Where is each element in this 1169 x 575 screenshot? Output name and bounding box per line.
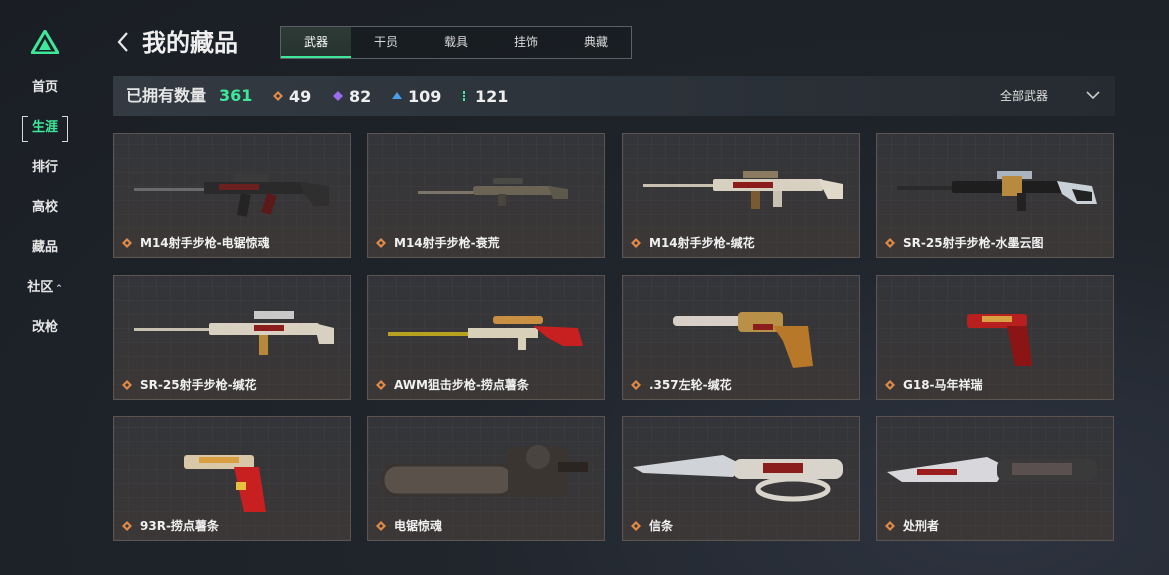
orange-rarity-icon bbox=[631, 237, 641, 248]
item-name-row: 处刑者 bbox=[885, 517, 939, 534]
sidebar-item-career[interactable]: 生涯 bbox=[22, 116, 68, 142]
item-name-row: M14射手步枪-衰荒 bbox=[376, 234, 500, 251]
item-name-row: 93R-捞点薯条 bbox=[122, 517, 219, 534]
item-name-row: .357左轮-缄花 bbox=[631, 376, 732, 393]
item-name: AWM狙击步枪-捞点薯条 bbox=[394, 378, 529, 392]
stats-bar: 已拥有数量 361 49 82 109 121 全部武器 bbox=[113, 76, 1115, 116]
game-logo-icon[interactable] bbox=[31, 30, 59, 54]
orange-rarity-icon bbox=[376, 520, 386, 531]
item-card[interactable]: 处刑者 bbox=[876, 416, 1114, 541]
page-title: 我的藏品 bbox=[142, 29, 238, 57]
purple-count: 82 bbox=[349, 86, 372, 106]
owned-label: 已拥有数量 bbox=[126, 86, 207, 105]
item-card[interactable]: AWM狙击步枪-捞点薯条 bbox=[367, 275, 605, 400]
orange-count: 49 bbox=[289, 86, 312, 106]
pistol-icon bbox=[967, 314, 1032, 366]
orange-rarity-icon bbox=[376, 379, 386, 390]
tab-weapons[interactable]: 武器 bbox=[281, 27, 351, 58]
orange-rarity-icon bbox=[122, 520, 132, 531]
blue-count: 109 bbox=[408, 86, 442, 106]
green-count: 121 bbox=[475, 86, 509, 106]
stat-orange: 49 bbox=[273, 76, 311, 116]
item-card[interactable]: 电锯惊魂 bbox=[367, 416, 605, 541]
green-rarity-icon bbox=[463, 91, 465, 101]
chevron-down-icon[interactable] bbox=[1086, 90, 1100, 100]
item-name-row: 电锯惊魂 bbox=[376, 517, 442, 534]
item-name-row: G18-马年祥瑞 bbox=[885, 376, 983, 393]
orange-rarity-icon bbox=[885, 237, 895, 248]
item-name: M14射手步枪-缄花 bbox=[649, 236, 755, 250]
sidebar-item-community[interactable]: 社区 ⌃ bbox=[22, 276, 68, 300]
item-name: M14射手步枪-衰荒 bbox=[394, 236, 500, 250]
orange-rarity-icon bbox=[273, 91, 283, 101]
pistol-icon bbox=[184, 455, 266, 512]
back-chevron-icon[interactable] bbox=[116, 31, 130, 53]
rifle-icon bbox=[897, 171, 1097, 211]
tab-charms[interactable]: 挂饰 bbox=[491, 27, 561, 58]
sidebar-item-home[interactable]: 首页 bbox=[22, 76, 68, 100]
knife-icon bbox=[887, 457, 1097, 482]
purple-rarity-icon bbox=[333, 91, 343, 101]
sidebar-item-community-label: 社区 bbox=[27, 280, 54, 295]
sniper-icon bbox=[388, 316, 583, 350]
orange-rarity-icon bbox=[122, 237, 132, 248]
sidebar-item-college[interactable]: 高校 bbox=[22, 196, 68, 220]
rifle-icon bbox=[643, 171, 843, 209]
orange-rarity-icon bbox=[631, 520, 641, 531]
weapon-filter-dropdown[interactable]: 全部武器 bbox=[1000, 76, 1048, 116]
orange-rarity-icon bbox=[885, 520, 895, 531]
item-name-row: M14射手步枪-缄花 bbox=[631, 234, 755, 251]
category-tabs: 武器 干员 载具 挂饰 典藏 bbox=[280, 26, 632, 59]
chainsaw-icon bbox=[381, 445, 588, 497]
rifle-icon bbox=[134, 174, 329, 217]
item-name: SR-25射手步枪-水墨云图 bbox=[903, 236, 1044, 250]
sidebar-item-gunsmith[interactable]: 改枪 bbox=[22, 316, 68, 340]
caret-up-icon: ⌃ bbox=[55, 284, 63, 294]
stat-blue: 109 bbox=[392, 76, 441, 116]
sidebar-item-collection[interactable]: 藏品 bbox=[22, 236, 68, 260]
tab-collectibles[interactable]: 典藏 bbox=[561, 27, 631, 58]
item-name-row: AWM狙击步枪-捞点薯条 bbox=[376, 376, 529, 393]
blue-rarity-icon bbox=[392, 92, 402, 99]
owned-count: 361 bbox=[219, 86, 253, 105]
orange-rarity-icon bbox=[631, 379, 641, 390]
stat-green: 121 bbox=[459, 76, 508, 116]
item-name: 处刑者 bbox=[903, 519, 940, 533]
item-card[interactable]: 93R-捞点薯条 bbox=[113, 416, 351, 541]
item-card[interactable]: M14射手步枪-衰荒 bbox=[367, 133, 605, 258]
item-card[interactable]: G18-马年祥瑞 bbox=[876, 275, 1114, 400]
item-name: G18-马年祥瑞 bbox=[903, 378, 983, 392]
item-name: 电锯惊魂 bbox=[394, 519, 443, 533]
item-name: .357左轮-缄花 bbox=[649, 378, 732, 392]
item-name-row: 信条 bbox=[631, 517, 673, 534]
item-card[interactable]: SR-25射手步枪-水墨云图 bbox=[876, 133, 1114, 258]
stat-purple: 82 bbox=[333, 76, 371, 116]
item-name: SR-25射手步枪-缄花 bbox=[140, 378, 257, 392]
item-card[interactable]: SR-25射手步枪-缄花 bbox=[113, 275, 351, 400]
item-card[interactable]: 信条 bbox=[622, 416, 860, 541]
item-name-row: SR-25射手步枪-缄花 bbox=[122, 376, 257, 393]
rifle-icon bbox=[418, 178, 568, 206]
orange-rarity-icon bbox=[376, 237, 386, 248]
knife-icon bbox=[633, 455, 843, 502]
orange-rarity-icon bbox=[885, 379, 895, 390]
tab-operators[interactable]: 干员 bbox=[351, 27, 421, 58]
item-card[interactable]: .357左轮-缄花 bbox=[622, 275, 860, 400]
item-card[interactable]: M14射手步枪-缄花 bbox=[622, 133, 860, 258]
sidebar-item-ranking[interactable]: 排行 bbox=[22, 156, 68, 180]
item-name-row: SR-25射手步枪-水墨云图 bbox=[885, 234, 1044, 251]
item-name: M14射手步枪-电锯惊魂 bbox=[140, 236, 270, 250]
sidebar: 首页 生涯 排行 高校 藏品 社区 ⌃ 改枪 bbox=[0, 0, 92, 575]
revolver-icon bbox=[673, 312, 813, 368]
item-name: 93R-捞点薯条 bbox=[140, 519, 219, 533]
rifle-icon bbox=[134, 311, 334, 355]
orange-rarity-icon bbox=[122, 379, 132, 390]
item-card[interactable]: M14射手步枪-电锯惊魂 bbox=[113, 133, 351, 258]
item-name: 信条 bbox=[649, 519, 674, 533]
tab-vehicles[interactable]: 载具 bbox=[421, 27, 491, 58]
item-name-row: M14射手步枪-电锯惊魂 bbox=[122, 234, 270, 251]
